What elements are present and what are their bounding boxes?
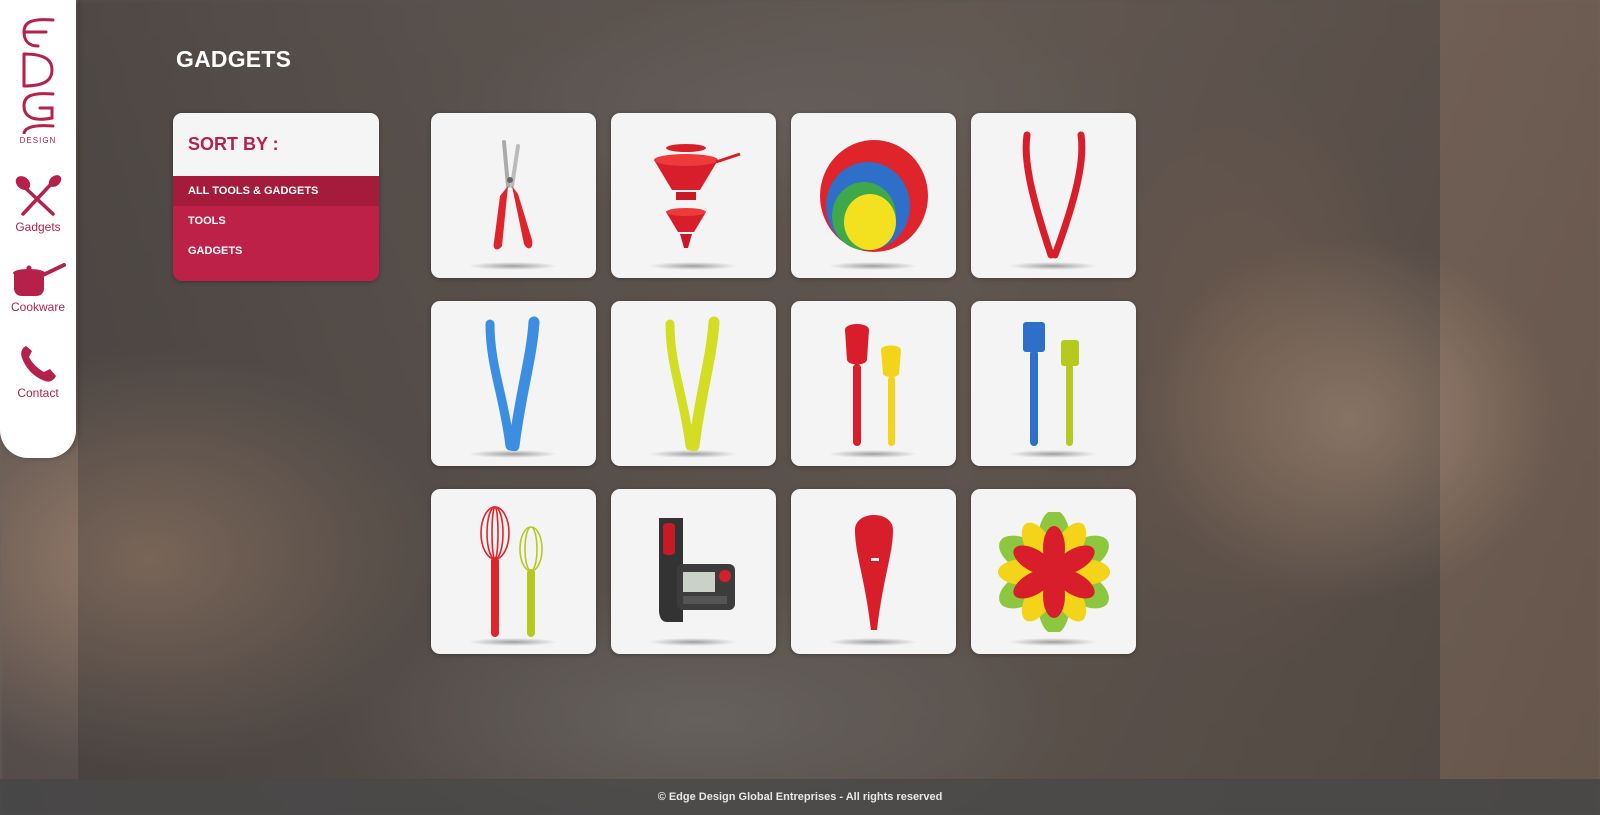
lid-set-icon bbox=[819, 139, 928, 252]
product-card-red-tongs[interactable] bbox=[971, 113, 1136, 278]
blue-tongs-icon bbox=[485, 316, 539, 451]
sort-option-all[interactable]: ALL TOOLS & GADGETS bbox=[173, 176, 379, 206]
brush-pair-icon bbox=[1022, 321, 1079, 446]
card-shadow bbox=[648, 638, 738, 646]
edge-logo-icon bbox=[22, 18, 55, 134]
whisk-spatula-icon bbox=[15, 175, 62, 216]
nav-item-contact[interactable]: Contact bbox=[17, 342, 59, 400]
card-shadow bbox=[1008, 262, 1098, 270]
slotted-spoon-icon bbox=[854, 514, 893, 630]
card-shadow bbox=[828, 638, 918, 646]
nav-label-cookware: Cookware bbox=[10, 300, 66, 314]
logo-subtitle: DESIGN bbox=[19, 136, 57, 145]
flower-trivet-icon bbox=[997, 511, 1110, 632]
sort-panel: SORT BY : ALL TOOLS & GADGETS TOOLS GADG… bbox=[173, 113, 379, 281]
product-card-trivet[interactable] bbox=[971, 489, 1136, 654]
side-nav: DESIGN Gadgets Cookware Contact bbox=[0, 0, 76, 458]
card-shadow bbox=[1008, 638, 1098, 646]
product-grid bbox=[431, 113, 1136, 654]
logo[interactable]: DESIGN bbox=[15, 14, 61, 146]
timer-clip-icon bbox=[658, 517, 735, 622]
product-card-timer[interactable] bbox=[611, 489, 776, 654]
kitchen-shears-icon bbox=[493, 139, 532, 249]
card-shadow bbox=[648, 262, 738, 270]
product-card-spoon[interactable] bbox=[791, 489, 956, 654]
product-card-shears[interactable] bbox=[431, 113, 596, 278]
nav-item-cookware[interactable]: Cookware bbox=[10, 262, 66, 314]
saucepan-icon bbox=[13, 263, 66, 296]
nav-item-gadgets[interactable]: Gadgets bbox=[13, 174, 63, 234]
card-shadow bbox=[828, 450, 918, 458]
collapsible-funnel-icon bbox=[653, 143, 740, 248]
background-right bbox=[1440, 0, 1600, 780]
page-title: GADGETS bbox=[176, 46, 292, 72]
nav-label-contact: Contact bbox=[17, 386, 59, 400]
red-tongs-icon bbox=[1022, 131, 1085, 258]
product-card-lids[interactable] bbox=[791, 113, 956, 278]
nav-label-gadgets: Gadgets bbox=[15, 220, 61, 234]
card-shadow bbox=[468, 450, 558, 458]
copyright-text: © Edge Design Global Entreprises - All r… bbox=[657, 791, 943, 803]
yellow-tongs-icon bbox=[665, 316, 719, 451]
sort-options: ALL TOOLS & GADGETS TOOLS GADGETS bbox=[173, 176, 379, 281]
product-card-funnel[interactable] bbox=[611, 113, 776, 278]
product-card-yellow-tongs[interactable] bbox=[611, 301, 776, 466]
product-card-whisks[interactable] bbox=[431, 489, 596, 654]
sort-option-gadgets[interactable]: GADGETS bbox=[173, 236, 379, 266]
card-shadow bbox=[648, 450, 738, 458]
card-shadow bbox=[828, 262, 918, 270]
card-shadow bbox=[1008, 450, 1098, 458]
product-card-blue-tongs[interactable] bbox=[431, 301, 596, 466]
card-shadow bbox=[468, 638, 558, 646]
card-shadow bbox=[468, 262, 558, 270]
sort-option-tools[interactable]: TOOLS bbox=[173, 206, 379, 236]
whisk-pair-icon bbox=[479, 505, 543, 637]
product-card-brushes[interactable] bbox=[971, 301, 1136, 466]
spatula-pair-icon bbox=[844, 323, 901, 446]
sort-heading: SORT BY : bbox=[173, 113, 379, 176]
footer: © Edge Design Global Entreprises - All r… bbox=[0, 779, 1600, 815]
phone-icon bbox=[21, 346, 56, 382]
product-card-spatulas[interactable] bbox=[791, 301, 956, 466]
